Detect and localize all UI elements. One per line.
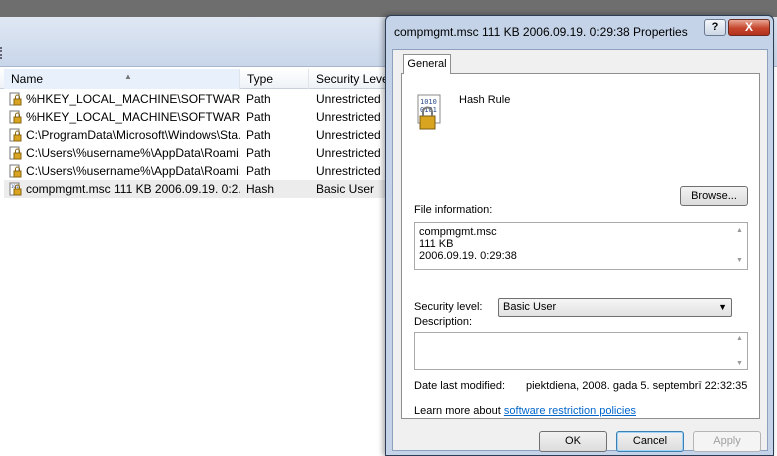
description-scrollbar[interactable]: ▲ ▼ — [733, 333, 747, 369]
row-name: C:\Users\%username%\AppData\Roami... — [26, 164, 240, 178]
row-type: Path — [246, 110, 271, 124]
row-name: %HKEY_LOCAL_MACHINE\SOFTWARE\... — [26, 92, 240, 106]
file-info-line: 111 KB — [419, 238, 454, 250]
path-rule-icon — [9, 92, 22, 106]
sort-ascending-icon: ▲ — [124, 72, 132, 81]
help-button[interactable]: ? — [704, 19, 726, 36]
scroll-down-icon[interactable]: ▼ — [736, 255, 743, 267]
list-header: Name ▲ Type Security Level — [0, 69, 399, 89]
row-security-level: Basic User — [316, 182, 375, 196]
description-field[interactable]: ▲ ▼ — [414, 332, 748, 370]
ok-button[interactable]: OK — [539, 431, 607, 452]
date-modified-value: piektdiena, 2008. gada 5. septembrī 22:3… — [526, 380, 748, 392]
column-header-name-label: Name — [11, 72, 44, 86]
row-type: Path — [246, 164, 271, 178]
row-security-level: Unrestricted — [316, 128, 381, 142]
learn-more-text: Learn more about software restriction po… — [414, 405, 636, 417]
dropdown-arrow-icon[interactable]: ▼ — [718, 299, 727, 316]
rule-type-label: Hash Rule — [459, 94, 511, 106]
row-security-level: Unrestricted — [316, 92, 381, 106]
path-rule-icon — [9, 146, 22, 160]
path-rule-icon — [9, 110, 22, 124]
properties-dialog: compmgmt.msc 111 KB 2006.09.19. 0:29:38 … — [385, 15, 774, 456]
file-info-line: compmgmt.msc — [419, 226, 497, 238]
grip-icon — [0, 47, 6, 59]
row-security-level: Unrestricted — [316, 164, 381, 178]
apply-button[interactable]: Apply — [693, 431, 761, 452]
row-type: Hash — [246, 182, 275, 196]
scroll-down-icon[interactable]: ▼ — [736, 360, 743, 367]
row-name: compmgmt.msc 111 KB 2006.09.19. 0:2... — [26, 182, 240, 196]
table-row[interactable]: C:\ProgramData\Microsoft\Windows\Sta... … — [4, 126, 388, 144]
date-modified-label: Date last modified: — [414, 380, 506, 392]
rules-list: %HKEY_LOCAL_MACHINE\SOFTWARE\... Path Un… — [4, 90, 388, 198]
scroll-up-icon[interactable]: ▲ — [736, 225, 743, 237]
row-security-level: Unrestricted — [316, 146, 381, 160]
security-level-label: Security level: — [414, 301, 483, 313]
dialog-client-area: General 1010 0101 Hash Rule Browse... Fi… — [392, 49, 768, 452]
scroll-up-icon[interactable]: ▲ — [736, 335, 743, 342]
security-level-select[interactable]: Basic User ▼ — [498, 298, 732, 317]
row-name: C:\Users\%username%\AppData\Roami... — [26, 146, 240, 160]
file-info-scrollbar[interactable]: ▲ ▼ — [733, 223, 747, 269]
file-information-box[interactable]: compmgmt.msc 111 KB 2006.09.19. 0:29:38 … — [414, 222, 748, 270]
table-row[interactable]: %HKEY_LOCAL_MACHINE\SOFTWARE\... Path Un… — [4, 108, 388, 126]
table-row[interactable]: %HKEY_LOCAL_MACHINE\SOFTWARE\... Path Un… — [4, 90, 388, 108]
tab-general[interactable]: General — [403, 54, 451, 74]
cancel-button[interactable]: Cancel — [616, 431, 684, 452]
file-information-label: File information: — [414, 204, 493, 216]
dialog-titlebar[interactable]: compmgmt.msc 111 KB 2006.09.19. 0:29:38 … — [386, 16, 773, 46]
hash-rule-icon: 1010 0101 — [417, 94, 441, 130]
path-rule-icon — [9, 164, 22, 178]
dialog-title: compmgmt.msc 111 KB 2006.09.19. 0:29:38 … — [394, 25, 688, 39]
row-type: Path — [246, 92, 271, 106]
table-row[interactable]: C:\Users\%username%\AppData\Roami... Pat… — [4, 144, 388, 162]
column-header-type[interactable]: Type — [240, 69, 309, 89]
hash-rule-icon: 101 — [9, 182, 22, 196]
column-header-name[interactable]: Name ▲ — [4, 69, 240, 89]
description-label: Description: — [414, 316, 473, 328]
browse-button[interactable]: Browse... — [680, 186, 748, 206]
row-type: Path — [246, 146, 271, 160]
row-type: Path — [246, 128, 271, 142]
security-level-value: Basic User — [503, 301, 557, 313]
table-row[interactable]: C:\Users\%username%\AppData\Roami... Pat… — [4, 162, 388, 180]
general-tab-panel: 1010 0101 Hash Rule Browse... File infor… — [401, 73, 760, 419]
row-security-level: Unrestricted — [316, 110, 381, 124]
svg-text:1010: 1010 — [420, 98, 437, 106]
path-rule-icon — [9, 128, 22, 142]
table-row[interactable]: 101 compmgmt.msc 111 KB 2006.09.19. 0:2.… — [4, 180, 388, 198]
close-button[interactable]: X — [728, 19, 770, 36]
learn-more-prefix: Learn more about — [414, 405, 504, 417]
software-restriction-policies-link[interactable]: software restriction policies — [504, 405, 636, 417]
row-name: C:\ProgramData\Microsoft\Windows\Sta... — [26, 128, 240, 142]
row-name: %HKEY_LOCAL_MACHINE\SOFTWARE\... — [26, 110, 240, 124]
file-info-line: 2006.09.19. 0:29:38 — [419, 250, 517, 262]
